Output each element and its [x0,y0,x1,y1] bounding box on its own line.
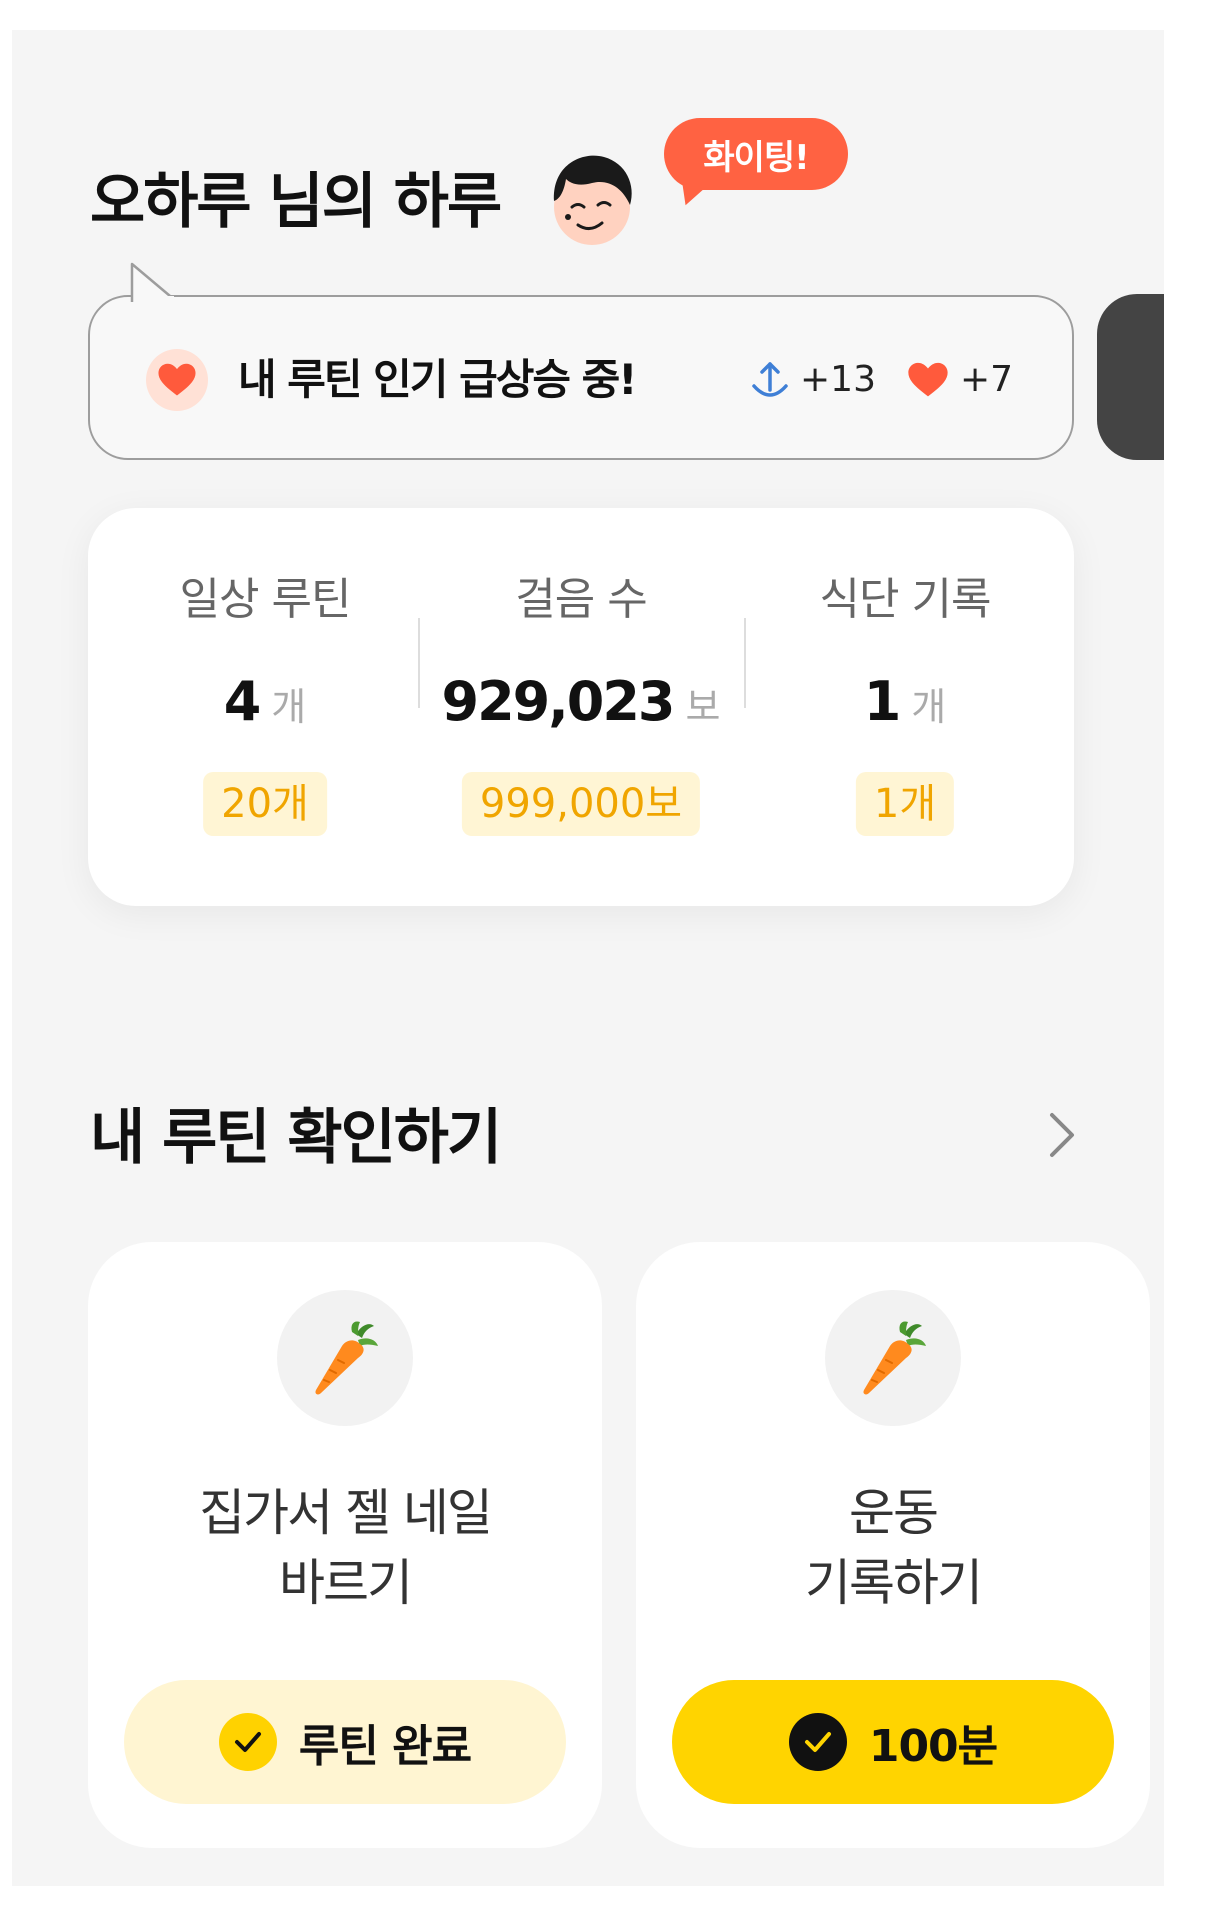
check-icon [218,1713,277,1771]
rank-change: +13 [752,353,876,407]
stat-daily-routine: 일상 루틴 4 개 20개 [100,508,430,906]
next-banner-peek[interactable] [1097,294,1164,460]
carrot-icon [277,1290,413,1426]
heart-icon [908,362,948,398]
routine-card[interactable]: 운동 기록하기 100분 [636,1242,1150,1848]
stat-value-row: 4 개 [100,670,430,733]
cheer-bubble: 화이팅! [664,118,848,190]
home-screen: 오하루 님의 하루 화이팅! 내 루틴 인기 급상승 중! +13 +7 일상 … [12,30,1164,1886]
stat-value: 1 [863,670,902,733]
page-title: 오하루 님의 하루 [90,167,502,237]
section-title[interactable]: 내 루틴 확인하기 [90,1108,502,1168]
trend-banner[interactable]: 내 루틴 인기 급상승 중! +13 +7 [88,295,1074,460]
stat-goal-badge: 1개 [855,772,955,836]
check-icon [788,1713,847,1771]
heart-icon [146,349,208,411]
stat-label: 일상 루틴 [179,574,352,625]
stat-goal-badge: 20개 [203,772,327,836]
button-label: 100분 [868,1721,998,1772]
button-label: 루틴 완료 [298,1721,472,1772]
stat-unit: 개 [271,685,307,729]
likes-change: +7 [908,353,1013,407]
stat-unit: 개 [911,685,947,729]
stat-goal-badge: 999,000보 [461,772,701,836]
stat-unit: 보 [685,685,721,729]
stat-value: 929,023 [441,670,676,733]
chevron-right-icon[interactable] [1040,1100,1084,1170]
avatar [553,155,632,245]
stat-steps: 걸음 수 929,023 보 999,000보 [416,508,746,906]
stat-label: 식단 기록 [819,574,992,625]
stat-value: 4 [223,670,262,733]
trend-message: 내 루틴 인기 급상승 중! [238,355,637,404]
rank-change-value: +13 [800,359,876,400]
complete-routine-button[interactable]: 루틴 완료 [124,1680,566,1804]
routine-duration-button[interactable]: 100분 [672,1680,1114,1804]
routine-card[interactable]: 집가서 젤 네일 바르기 루틴 완료 [88,1242,602,1848]
stat-value-row: 929,023 보 [416,670,746,733]
routine-title: 집가서 젤 네일 바르기 [199,1484,493,1612]
stat-value-row: 1 개 [740,670,1070,733]
stat-diet-log: 식단 기록 1 개 1개 [740,508,1070,906]
routine-title: 운동 기록하기 [805,1484,983,1612]
stat-label: 걸음 수 [515,574,647,625]
carrot-icon [825,1290,961,1426]
arrow-up-icon [752,360,788,400]
trend-banner-tail [130,262,174,304]
daily-stats-card: 일상 루틴 4 개 20개 걸음 수 929,023 보 999,000보 식단… [88,508,1074,906]
likes-change-value: +7 [960,359,1014,400]
